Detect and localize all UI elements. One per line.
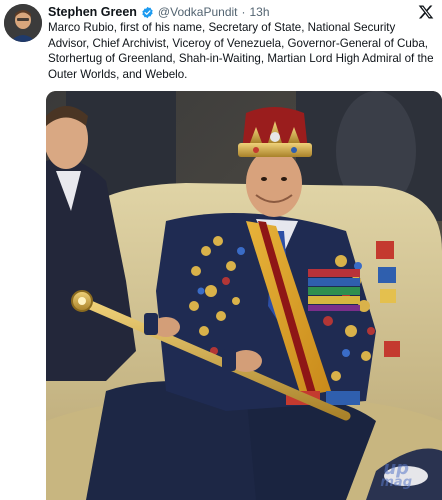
header-separator: · [241, 5, 246, 19]
author-handle[interactable]: @VodkaPundit [158, 3, 238, 21]
tweet-card: Stephen Green @VodkaPundit · 13h Marco R… [0, 0, 442, 500]
media-watermark: up mag [380, 458, 412, 490]
post-text: Marco Rubio, first of his name, Secretar… [48, 21, 434, 81]
author-display-name[interactable]: Stephen Green [48, 3, 137, 21]
post-image[interactable]: up mag [46, 91, 442, 500]
tweet-header: Stephen Green @VodkaPundit · 13h [48, 3, 414, 21]
author-avatar[interactable] [4, 4, 42, 42]
verified-badge-icon [141, 6, 154, 19]
x-logo-icon[interactable] [418, 4, 434, 20]
watermark-line-1: up [383, 458, 410, 479]
watermark-line-2: mag [380, 475, 412, 490]
post-timestamp[interactable]: 13h [250, 3, 270, 21]
post-image-illustration [46, 91, 442, 500]
